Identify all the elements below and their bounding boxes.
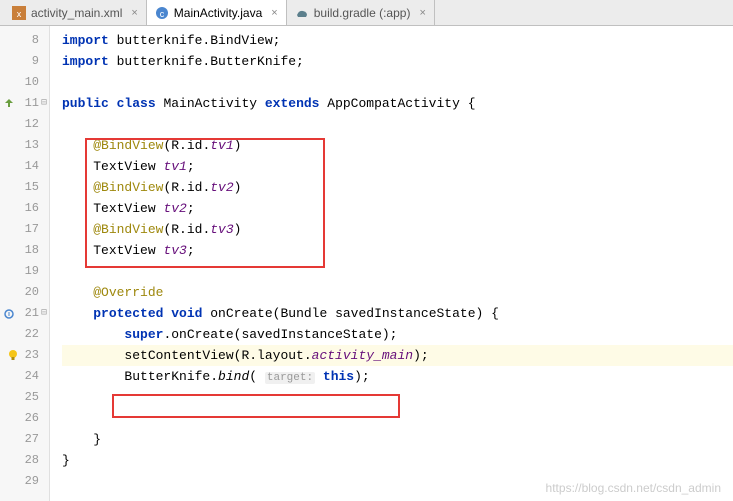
code-line[interactable]: TextView tv3; bbox=[62, 240, 733, 261]
line-number[interactable]: 9 bbox=[0, 51, 49, 72]
line-number[interactable]: 23 bbox=[0, 345, 49, 366]
editor-tabs: x activity_main.xml × c MainActivity.jav… bbox=[0, 0, 733, 26]
lightbulb-icon[interactable] bbox=[6, 348, 20, 362]
code-line[interactable]: @Override bbox=[62, 282, 733, 303]
line-number[interactable]: 26 bbox=[0, 408, 49, 429]
line-number[interactable]: 29 bbox=[0, 471, 49, 492]
editor-area: 8 9 10 11⊟ 12 13 14 15 16 17 18 19 20 21… bbox=[0, 26, 733, 501]
code-line[interactable]: protected void onCreate(Bundle savedInst… bbox=[62, 303, 733, 324]
xml-icon: x bbox=[12, 6, 26, 20]
code-line[interactable]: @BindView(R.id.tv3) bbox=[62, 219, 733, 240]
code-line[interactable]: setContentView(R.layout.activity_main); bbox=[62, 345, 733, 366]
param-hint: target: bbox=[265, 372, 315, 384]
code-line[interactable]: import butterknife.ButterKnife; bbox=[62, 51, 733, 72]
code-line[interactable]: ButterKnife.bind( target: this); bbox=[62, 366, 733, 387]
code-line[interactable]: super.onCreate(savedInstanceState); bbox=[62, 324, 733, 345]
line-number[interactable]: 20 bbox=[0, 282, 49, 303]
code-line[interactable]: @BindView(R.id.tv1) bbox=[62, 135, 733, 156]
close-icon[interactable]: × bbox=[271, 7, 277, 19]
code-line[interactable]: } bbox=[62, 429, 733, 450]
line-number[interactable]: 12 bbox=[0, 114, 49, 135]
code-line[interactable]: @BindView(R.id.tv2) bbox=[62, 177, 733, 198]
code-line[interactable] bbox=[62, 408, 733, 429]
line-number[interactable]: 13 bbox=[0, 135, 49, 156]
gutter: 8 9 10 11⊟ 12 13 14 15 16 17 18 19 20 21… bbox=[0, 26, 50, 501]
line-number[interactable]: 22 bbox=[0, 324, 49, 345]
code-line[interactable] bbox=[62, 387, 733, 408]
line-number[interactable]: 14 bbox=[0, 156, 49, 177]
code-line[interactable] bbox=[62, 72, 733, 93]
line-number[interactable]: 24 bbox=[0, 366, 49, 387]
close-icon[interactable]: × bbox=[419, 7, 425, 19]
fold-icon[interactable]: ⊟ bbox=[41, 93, 47, 114]
watermark: https://blog.csdn.net/csdn_admin bbox=[546, 481, 721, 495]
line-number[interactable]: 21⊟ bbox=[0, 303, 49, 324]
close-icon[interactable]: × bbox=[131, 7, 137, 19]
code-line[interactable]: TextView tv2; bbox=[62, 198, 733, 219]
code-line[interactable]: } bbox=[62, 450, 733, 471]
line-number[interactable]: 11⊟ bbox=[0, 93, 49, 114]
code-line[interactable]: TextView tv1; bbox=[62, 156, 733, 177]
code-line[interactable] bbox=[62, 261, 733, 282]
line-number[interactable]: 8 bbox=[0, 30, 49, 51]
tab-label: build.gradle (:app) bbox=[314, 6, 411, 20]
line-number[interactable]: 17 bbox=[0, 219, 49, 240]
line-number[interactable]: 25 bbox=[0, 387, 49, 408]
gradle-icon bbox=[295, 6, 309, 20]
tab-label: activity_main.xml bbox=[31, 6, 122, 20]
line-number[interactable]: 15 bbox=[0, 177, 49, 198]
tab-label: MainActivity.java bbox=[174, 6, 262, 20]
fold-icon[interactable]: ⊟ bbox=[41, 303, 47, 324]
code-line[interactable]: import butterknife.BindView; bbox=[62, 30, 733, 51]
line-number[interactable]: 16 bbox=[0, 198, 49, 219]
code-line[interactable] bbox=[62, 114, 733, 135]
line-number[interactable]: 10 bbox=[0, 72, 49, 93]
line-number[interactable]: 18 bbox=[0, 240, 49, 261]
line-number[interactable]: 19 bbox=[0, 261, 49, 282]
svg-text:x: x bbox=[17, 9, 22, 19]
svg-text:c: c bbox=[160, 9, 165, 19]
line-number[interactable]: 28 bbox=[0, 450, 49, 471]
code-line[interactable]: public class MainActivity extends AppCom… bbox=[62, 93, 733, 114]
code-area[interactable]: import butterknife.BindView; import butt… bbox=[50, 26, 733, 501]
line-number[interactable]: 27 bbox=[0, 429, 49, 450]
tab-main-activity[interactable]: c MainActivity.java × bbox=[147, 0, 287, 25]
tab-activity-main[interactable]: x activity_main.xml × bbox=[4, 0, 147, 25]
java-class-icon: c bbox=[155, 6, 169, 20]
tab-build-gradle[interactable]: build.gradle (:app) × bbox=[287, 0, 435, 25]
